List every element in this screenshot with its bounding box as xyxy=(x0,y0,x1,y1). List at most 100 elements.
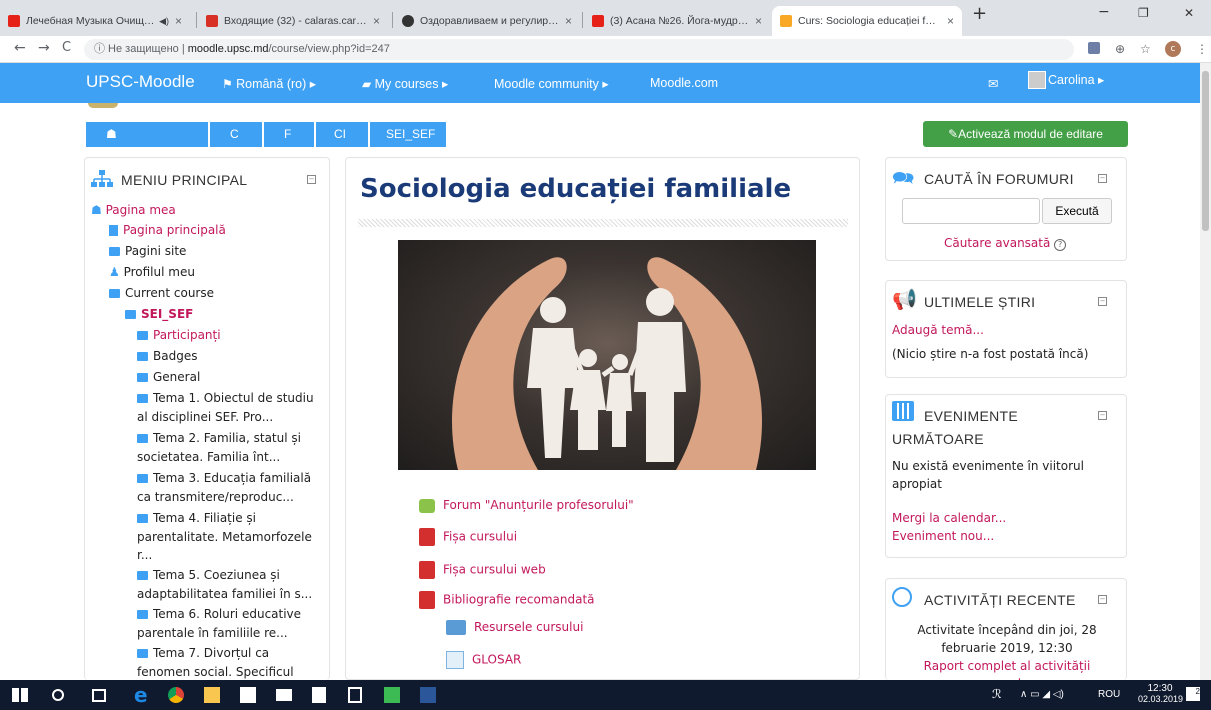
zoom-icon[interactable]: ⊕ xyxy=(1115,42,1125,56)
menu-item-course-sei-sef[interactable]: SEI_SEF xyxy=(125,304,193,324)
menu-item-profilul-meu[interactable]: ♟ Profilul meu xyxy=(109,262,195,282)
new-event-link[interactable]: Eveniment nou... xyxy=(892,529,994,543)
language-menu[interactable]: ⚑ Română (ro) ▸ xyxy=(222,76,316,91)
bookmark-star-icon[interactable]: ☆ xyxy=(1140,42,1151,56)
menu-item-tema-3-cont[interactable]: ca transmitere/reproduc... xyxy=(137,487,294,507)
menu-item-tema-6[interactable]: Tema 6. Roluri educative xyxy=(137,604,301,624)
menu-item-tema-7[interactable]: Tema 7. Divorțul ca xyxy=(137,643,269,663)
menu-item-tema-2[interactable]: Tema 2. Familia, statul și xyxy=(137,428,301,448)
menu-item-tema-4-cont[interactable]: parentalitate. Metamorfozele xyxy=(137,527,312,547)
app-icon[interactable] xyxy=(384,687,400,703)
browser-tab[interactable]: Оздоравливаем и регулируем × xyxy=(394,6,580,36)
minimize-button[interactable]: − xyxy=(1098,4,1110,20)
resource-forum[interactable]: Forum "Anunțurile profesorului" xyxy=(419,498,634,513)
resource-fisa-cursului-web[interactable]: Fișa cursului web xyxy=(419,561,546,579)
search-icon[interactable] xyxy=(52,689,64,701)
close-tab-icon[interactable]: × xyxy=(755,14,762,28)
moodle-com-link[interactable]: Moodle.com xyxy=(650,76,718,90)
full-report-link[interactable]: Raport complet al activității xyxy=(886,659,1128,673)
breadcrumb-item[interactable]: SEI_SEF xyxy=(368,122,446,147)
advanced-search[interactable]: Căutare avansată ? xyxy=(944,236,1067,251)
tray-icons[interactable]: ∧ ▭ ◢ ◁) xyxy=(1020,689,1064,700)
close-tab-icon[interactable]: × xyxy=(373,14,380,28)
security-indicator[interactable]: ⓘ Не защищено xyxy=(94,43,179,55)
close-tab-icon[interactable]: × xyxy=(947,14,954,28)
new-tab-button[interactable]: + xyxy=(972,3,987,24)
breadcrumb-item[interactable]: F xyxy=(262,122,314,147)
browser-menu-icon[interactable]: ⋮ xyxy=(1196,42,1208,56)
collapse-block-icon[interactable]: − xyxy=(1098,411,1107,420)
menu-item-badges[interactable]: Badges xyxy=(137,346,197,366)
resource-glosar[interactable]: GLOSAR xyxy=(446,651,521,669)
task-view-icon[interactable] xyxy=(92,689,106,702)
user-menu[interactable]: Carolina ▸ xyxy=(1048,72,1104,87)
menu-item-current-course[interactable]: Current course xyxy=(109,283,214,303)
resource-bibliografie[interactable]: Bibliografie recomandată xyxy=(419,591,595,609)
menu-item-tema-2-cont[interactable]: societatea. Familia înt... xyxy=(137,447,280,467)
menu-item-tema-5-cont[interactable]: adaptabilitatea familiei în s... xyxy=(137,584,312,604)
scrollbar-thumb[interactable] xyxy=(1202,71,1209,231)
people-icon[interactable]: ℛ xyxy=(992,687,1002,701)
menu-item-pagina-principala[interactable]: Pagina principală xyxy=(109,220,226,240)
browser-tab[interactable]: Лечебная Музыка Очищени ◀) × xyxy=(0,6,190,36)
windows-start-icon[interactable] xyxy=(12,688,28,702)
menu-item-general[interactable]: General xyxy=(137,367,200,387)
add-topic-link[interactable]: Adaugă temă... xyxy=(892,323,984,337)
url-field[interactable]: ⓘ Не защищено | moodle.upsc.md/course/vi… xyxy=(84,39,1074,60)
browser-tab[interactable]: Входящие (32) - calaras.carolina × xyxy=(198,6,388,36)
reload-button[interactable]: C xyxy=(62,40,71,55)
store-icon[interactable] xyxy=(240,687,256,703)
menu-item-tema-3[interactable]: Tema 3. Educația familială xyxy=(137,468,311,488)
page-scrollbar[interactable] xyxy=(1200,63,1211,680)
browser-tab[interactable]: (3) Асана №26. Йога-мудра - Yo × xyxy=(584,6,770,36)
site-brand[interactable]: UPSC-Moodle xyxy=(86,72,195,92)
community-menu[interactable]: Moodle community ▸ xyxy=(494,76,609,91)
menu-item-pagina-mea[interactable]: ☗ Pagina mea xyxy=(91,200,176,220)
collapse-block-icon[interactable]: − xyxy=(1098,174,1107,183)
profile-avatar[interactable]: c xyxy=(1165,41,1181,57)
collapse-block-icon[interactable]: − xyxy=(1098,297,1107,306)
forum-search-input[interactable] xyxy=(902,198,1040,224)
calendar-link[interactable]: Mergi la calendar... xyxy=(892,511,1006,525)
window-close-button[interactable]: ✕ xyxy=(1184,6,1194,20)
messages-icon[interactable]: ✉ xyxy=(988,76,998,91)
back-button[interactable]: ← xyxy=(14,40,26,56)
my-courses-menu[interactable]: ▰ My courses ▸ xyxy=(362,76,448,91)
collapse-block-icon[interactable]: − xyxy=(1098,595,1107,604)
menu-item-tema-7-cont[interactable]: fenomen social. Specificul xyxy=(137,662,294,682)
menu-item-tema-5[interactable]: Tema 5. Coeziunea și xyxy=(137,565,280,585)
menu-item-tema-4-cont2[interactable]: r... xyxy=(137,545,152,565)
calendar-app-icon[interactable] xyxy=(348,687,362,703)
collapse-block-icon[interactable]: − xyxy=(307,175,316,184)
help-icon[interactable]: ? xyxy=(1054,239,1067,251)
close-tab-icon[interactable]: × xyxy=(175,14,182,28)
maximize-button[interactable]: ❐ xyxy=(1138,6,1149,20)
menu-item-tema-1[interactable]: Tema 1. Obiectul de studiu xyxy=(137,388,314,408)
notifications-icon[interactable]: 2 xyxy=(1186,687,1200,701)
resource-resursele-cursului[interactable]: Resursele cursului xyxy=(446,620,583,635)
edit-mode-button[interactable]: ✎Activează modul de editare xyxy=(923,121,1128,147)
chrome-icon[interactable] xyxy=(168,687,184,703)
close-tab-icon[interactable]: × xyxy=(565,14,572,28)
browser-tab-active[interactable]: Curs: Sociologia educației familia × xyxy=(772,6,962,36)
advanced-search-link[interactable]: Căutare avansată xyxy=(944,236,1050,250)
edge-icon[interactable]: e xyxy=(134,683,150,707)
breadcrumb-item[interactable]: C xyxy=(208,122,262,147)
menu-item-tema-1-cont[interactable]: al disciplinei SEF. Pro... xyxy=(137,407,273,427)
resource-fisa-cursului[interactable]: Fișa cursului xyxy=(419,528,517,546)
breadcrumb-item[interactable]: CI xyxy=(314,122,368,147)
forward-button[interactable]: → xyxy=(38,40,50,56)
file-explorer-icon[interactable] xyxy=(204,687,220,703)
language-indicator[interactable]: ROU xyxy=(1098,689,1120,700)
avatar[interactable] xyxy=(1028,71,1046,89)
menu-item-participanti[interactable]: Participanți xyxy=(137,325,221,345)
breadcrumb-home[interactable]: ☗ Pagina mea xyxy=(86,122,208,166)
menu-item-tema-4[interactable]: Tema 4. Filiație și xyxy=(137,508,256,528)
word-icon[interactable] xyxy=(420,687,436,703)
mail-icon[interactable] xyxy=(276,689,292,701)
forum-search-button[interactable]: Execută xyxy=(1042,198,1112,224)
menu-item-pagini-site[interactable]: Pagini site xyxy=(109,241,186,261)
calculator-icon[interactable] xyxy=(312,687,326,703)
translate-icon[interactable] xyxy=(1088,42,1100,54)
clock[interactable]: 12:30 02.03.2019 xyxy=(1138,683,1183,704)
